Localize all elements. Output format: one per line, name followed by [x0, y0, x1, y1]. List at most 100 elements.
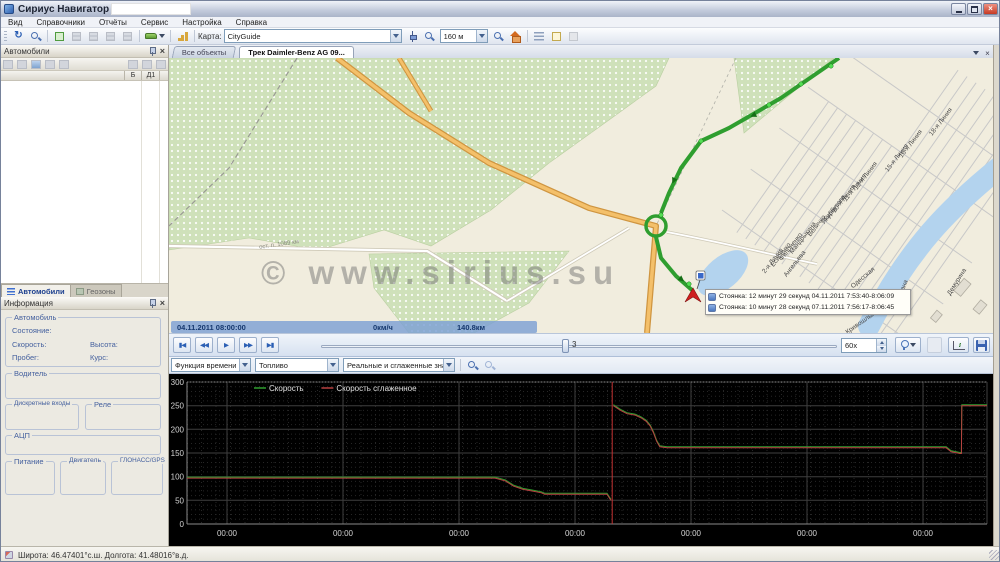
- home-icon: [510, 31, 521, 41]
- zoom-out-button[interactable]: [422, 29, 437, 43]
- chart-zoom-in-button[interactable]: [465, 358, 480, 372]
- chart-legend: СкоростьСкорость сглаженное: [254, 384, 417, 393]
- toggle-chart-button[interactable]: [948, 337, 969, 353]
- save-icon: [976, 340, 987, 351]
- chart-zoom-out-button[interactable]: [482, 358, 497, 372]
- toolbar-grip[interactable]: [4, 31, 7, 42]
- search-icon: [30, 31, 41, 42]
- more-icon[interactable]: [156, 60, 166, 69]
- zoom-in-button[interactable]: [491, 29, 506, 43]
- chart-mode-dropdown[interactable]: [239, 359, 250, 371]
- menu-item-settings[interactable]: Настройка: [175, 18, 228, 27]
- parking-icon: [708, 293, 716, 301]
- go-to-start-button[interactable]: ▮◀: [173, 337, 191, 353]
- minimize-button[interactable]: [951, 3, 966, 15]
- rewind-button[interactable]: ◀◀: [195, 337, 213, 353]
- parking-tooltip: Стоянка: 12 минут 29 секунд 04.11.2011 7…: [705, 289, 911, 315]
- timeline-slider[interactable]: [321, 345, 837, 348]
- search-button[interactable]: [28, 29, 43, 43]
- vehicle-list[interactable]: [1, 81, 168, 283]
- window-title: Сириус Навигатор -: [18, 4, 115, 15]
- chart-parameter-dropdown[interactable]: [327, 359, 338, 371]
- engine-group: Двигатель: [60, 461, 106, 495]
- zoom-slider-button[interactable]: [405, 29, 420, 43]
- remove-icon[interactable]: [142, 60, 152, 69]
- resize-grip[interactable]: [989, 550, 999, 560]
- refresh-button[interactable]: ↻: [11, 29, 26, 43]
- column-header-d1[interactable]: Д1: [142, 72, 160, 79]
- car-icon: [145, 33, 157, 39]
- vehicle-tool-icon-5[interactable]: [59, 60, 69, 69]
- map-select-dropdown[interactable]: [390, 30, 401, 42]
- mileage-label: Пробег:: [12, 353, 39, 362]
- playback-speed-spinner[interactable]: 60x: [841, 338, 887, 353]
- map-tab-strip: Все объекты Трек Daimler-Benz AG 09... ×: [169, 45, 993, 58]
- tab-close-button[interactable]: ×: [982, 48, 993, 58]
- vehicle-menu-button[interactable]: [144, 29, 166, 43]
- close-button[interactable]: ×: [983, 3, 998, 15]
- select-tool-button[interactable]: [52, 29, 67, 43]
- map-select[interactable]: CityGuide: [224, 29, 402, 43]
- legend-button[interactable]: [532, 29, 547, 43]
- go-to-end-button[interactable]: ▶▮: [261, 337, 279, 353]
- vehicle-tool-icon-2[interactable]: [17, 60, 27, 69]
- vehicle-tool-icon-4[interactable]: [45, 60, 55, 69]
- menu-item-view[interactable]: Вид: [1, 18, 29, 27]
- menu-item-help[interactable]: Справка: [229, 18, 274, 27]
- vehicle-tool-icon-3[interactable]: [31, 60, 41, 69]
- pin-icon[interactable]: [149, 299, 156, 308]
- vehicle-tool-icon-1[interactable]: [3, 60, 13, 69]
- scale-select[interactable]: 160 м: [440, 29, 488, 43]
- tab-geozones[interactable]: Геозоны: [71, 284, 122, 297]
- tab-all-objects[interactable]: Все объекты: [172, 46, 237, 58]
- save-button[interactable]: [973, 337, 990, 353]
- home-button[interactable]: [508, 29, 523, 43]
- svg-text:Скорость: Скорость: [269, 384, 304, 393]
- spin-down-button[interactable]: [877, 346, 886, 353]
- scale-select-dropdown[interactable]: [476, 30, 487, 42]
- tooltip-row[interactable]: Стоянка: 12 минут 29 секунд 04.11.2011 7…: [708, 291, 908, 302]
- toolbar-separator: [170, 30, 171, 42]
- close-panel-icon[interactable]: ×: [160, 47, 165, 56]
- menu-item-reports[interactable]: Отчёты: [92, 18, 134, 27]
- play-button[interactable]: ▶: [217, 337, 235, 353]
- tab-vehicles[interactable]: Автомобили: [1, 284, 71, 297]
- info-panel-title: Информация: [4, 299, 53, 308]
- tab-list-dropdown[interactable]: [969, 48, 980, 58]
- column-header-b[interactable]: Б: [125, 72, 141, 79]
- toolbar-separator: [139, 30, 140, 42]
- zoom-out-icon: [424, 31, 435, 42]
- chart-values-select[interactable]: Реальные и сглаженные значени: [343, 358, 455, 372]
- menu-item-directories[interactable]: Справочники: [29, 18, 91, 27]
- chart-values-dropdown[interactable]: [443, 359, 454, 371]
- toolbar-separator: [47, 30, 48, 42]
- restore-button[interactable]: [967, 3, 982, 15]
- chart-mode-select[interactable]: Функция времени: [171, 358, 251, 372]
- glonass-group: ГЛОНАСС/GPS: [111, 461, 163, 495]
- chip-distance: 140.8км: [457, 323, 485, 332]
- tool-button-2[interactable]: [86, 29, 101, 43]
- notes-button[interactable]: [549, 29, 564, 43]
- map-view[interactable]: 18-я Линия16-я Линия15-я Линия12-я Линия…: [169, 58, 993, 333]
- track-options-button[interactable]: [895, 337, 921, 353]
- window-frame: [993, 45, 1000, 546]
- fast-forward-button[interactable]: ▶▶: [239, 337, 257, 353]
- tool-button-4[interactable]: [120, 29, 135, 43]
- chart-parameter-select[interactable]: Топливо: [255, 358, 339, 372]
- tooltip-row[interactable]: Стоянка: 10 минут 28 секунд 07.11.2011 7…: [708, 302, 908, 313]
- add-icon[interactable]: [128, 60, 138, 69]
- pin-icon[interactable]: [149, 47, 156, 56]
- close-panel-icon[interactable]: ×: [160, 299, 165, 308]
- timeline-slider-thumb[interactable]: [562, 339, 569, 353]
- tab-track[interactable]: Трек Daimler-Benz AG 09...: [239, 46, 354, 58]
- street-label: Демурина: [946, 267, 968, 296]
- zoom-in-icon: [493, 31, 504, 42]
- chevron-down-icon: [242, 363, 248, 367]
- chart-panel-button[interactable]: [175, 29, 190, 43]
- zoom-in-icon: [467, 360, 478, 371]
- y-tick-label: 150: [171, 449, 185, 458]
- menu-item-service[interactable]: Сервис: [134, 18, 175, 27]
- tool-button-3[interactable]: [103, 29, 118, 43]
- speed-chart[interactable]: 05010015020025030000:0000:0000:0000:0000…: [169, 374, 993, 546]
- tool-button-1[interactable]: [69, 29, 84, 43]
